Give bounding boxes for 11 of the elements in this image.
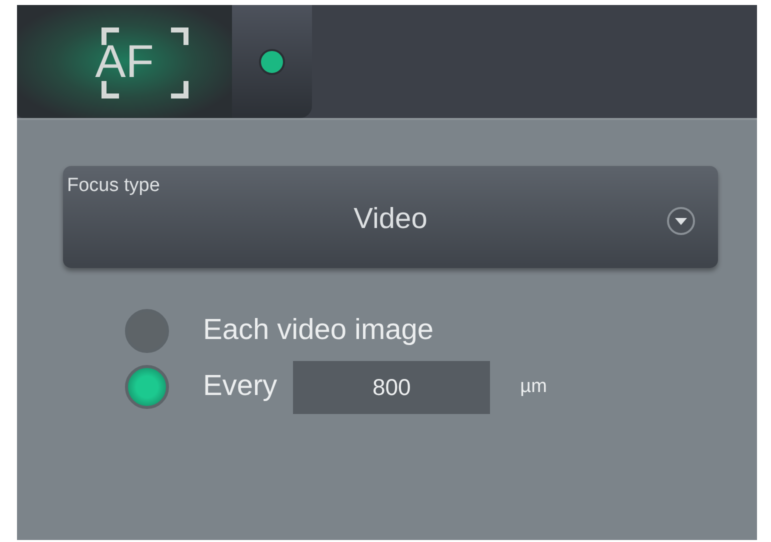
radio-button[interactable] (125, 365, 169, 409)
status-led-button[interactable] (232, 5, 312, 118)
interval-field[interactable]: 800 (293, 360, 490, 414)
focus-type-dropdown[interactable]: Focus type Video (63, 166, 718, 268)
dropdown-label: Focus type (67, 174, 160, 198)
option-label: Each video image (203, 313, 434, 348)
radio-button[interactable] (125, 309, 169, 353)
option-label: Every (203, 369, 278, 404)
dropdown-value: Video (354, 202, 428, 238)
unit-label: µm (520, 374, 547, 399)
autofocus-button[interactable]: AF (17, 5, 232, 118)
